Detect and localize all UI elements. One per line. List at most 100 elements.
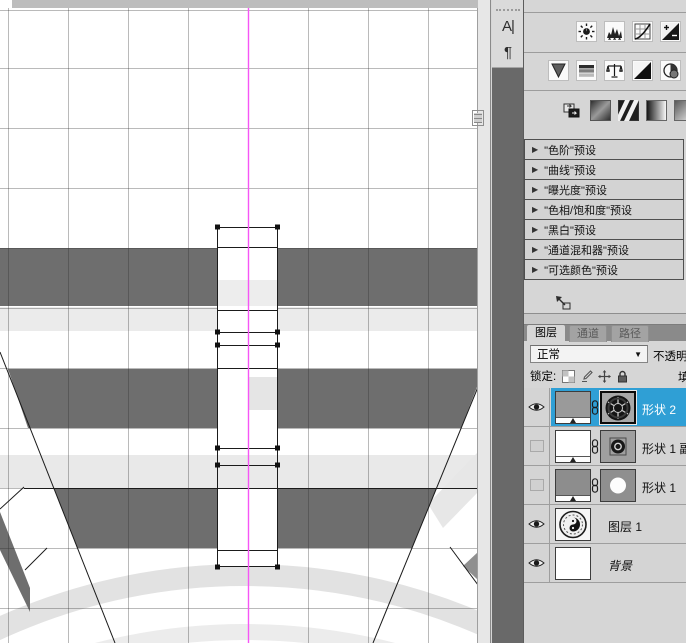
adjustments-and-layers-panel: ▶ "色阶"预设 ▶ "曲线"预设 ▶ "曝光度"预设 ▶ "色相/饱和度"预设 ▶ "黑… (524, 0, 686, 643)
scroll-grip[interactable] (472, 110, 484, 126)
gradient-map-icon[interactable] (590, 99, 611, 120)
layer-name: 形状 1 副本 (642, 440, 686, 457)
eye-icon (528, 518, 545, 530)
visibility-toggle[interactable] (524, 544, 550, 582)
adjustment-icons-row2 (548, 60, 681, 81)
expand-triangle-icon: ▶ (532, 145, 538, 154)
vector-mask-thumbnail[interactable] (600, 430, 636, 463)
preset-label: "曝光度"预设 (544, 182, 607, 198)
layer-list: 形状 2 形状 1 副本 形状 1 (524, 388, 686, 583)
preset-curves[interactable]: ▶ "曲线"预设 (524, 159, 684, 180)
window-gutter (478, 0, 491, 643)
lock-all-icon[interactable] (616, 370, 629, 383)
link-icon (591, 478, 599, 493)
divider (524, 52, 686, 53)
character-panel-icon[interactable]: A| (495, 16, 521, 38)
layer-thumbnail[interactable] (555, 391, 591, 424)
gradient-icon[interactable] (646, 99, 667, 120)
divider (524, 12, 686, 13)
visibility-toggle[interactable] (524, 466, 550, 504)
preset-label: "可选颜色"预设 (544, 262, 618, 278)
expand-triangle-icon: ▶ (532, 185, 538, 194)
preset-label: "曲线"预设 (544, 162, 596, 178)
canvas-artwork (0, 0, 478, 643)
opacity-label: 不透明度 (653, 348, 686, 364)
vector-mask-thumbnail[interactable] (600, 469, 636, 502)
tab-layers[interactable]: 图层 (527, 325, 565, 342)
expand-triangle-icon: ▶ (532, 165, 538, 174)
selective-color-icon[interactable] (618, 99, 639, 120)
hue-saturation-icon[interactable] (576, 60, 597, 81)
color-balance-icon[interactable] (604, 60, 625, 81)
preset-label: "色阶"预设 (544, 142, 596, 158)
fill-label: 填充 (678, 369, 686, 385)
vibrance-icon[interactable] (548, 60, 569, 81)
preset-list: ▶ "色阶"预设 ▶ "曲线"预设 ▶ "曝光度"预设 ▶ "色相/饱和度"预设 ▶ "黑… (524, 140, 686, 280)
panel-dock: A| ¶ (492, 0, 524, 643)
preset-label: "黑白"预设 (544, 222, 596, 238)
brightness-contrast-icon[interactable] (576, 21, 597, 42)
preset-channel-mixer[interactable]: ▶ "通道混和器"预设 (524, 239, 684, 260)
layer-name: 形状 1 (642, 479, 676, 496)
lock-label: 锁定: (530, 368, 556, 384)
adjustment-icons-row3 (562, 99, 686, 120)
layer-row-image1[interactable]: 图层 1 (524, 505, 686, 544)
vector-mask-thumbnail[interactable] (600, 391, 636, 424)
expand-triangle-icon: ▶ (532, 245, 538, 254)
lock-transparency-icon[interactable] (562, 370, 575, 383)
blend-mode-value: 正常 (531, 346, 634, 362)
layer-row-shape1-copy[interactable]: 形状 1 副本 (524, 427, 686, 466)
eye-icon (528, 401, 545, 413)
visibility-toggle[interactable] (524, 388, 550, 426)
channel-mixer-icon[interactable] (562, 99, 583, 120)
document-canvas[interactable] (0, 0, 478, 643)
layer-row-shape1[interactable]: 形状 1 (524, 466, 686, 505)
preset-selective-color[interactable]: ▶"可选颜色"预设 (524, 259, 684, 280)
tab-paths[interactable]: 路径 (611, 325, 649, 342)
exposure-icon[interactable] (660, 21, 681, 42)
preset-exposure[interactable]: ▶ "曝光度"预设 (524, 179, 684, 200)
preset-label: "通道混和器"预设 (544, 242, 629, 258)
layer-row-shape2[interactable]: 形状 2 (524, 388, 686, 427)
layer-name: 背景 (608, 557, 632, 574)
layer-thumbnail[interactable] (555, 430, 591, 463)
chevron-down-icon: ▼ (634, 350, 647, 359)
adjustment-icons-row1 (576, 21, 681, 42)
collapsed-panel-dock: A| ¶ (492, 0, 523, 68)
photo-filter-icon[interactable] (660, 60, 681, 81)
expand-triangle-icon: ▶ (532, 225, 538, 234)
curves-icon[interactable] (632, 21, 653, 42)
panel-header-strip (524, 314, 686, 324)
preset-label: "色相/饱和度"预设 (544, 202, 632, 218)
posterize-icon[interactable] (674, 99, 686, 120)
visibility-toggle[interactable] (524, 427, 550, 465)
expand-triangle-icon: ▶ (532, 205, 538, 214)
layer-row-background[interactable]: 背景 (524, 544, 686, 583)
eye-empty-well (530, 479, 544, 491)
layer-thumbnail[interactable] (555, 469, 591, 502)
layer-name: 图层 1 (608, 518, 642, 535)
eye-empty-well (530, 440, 544, 452)
return-to-adjustment-list-icon[interactable] (554, 294, 572, 310)
layer-name: 形状 2 (642, 401, 676, 418)
dock-drag-handle[interactable] (496, 9, 520, 11)
preset-levels[interactable]: ▶ "色阶"预设 (524, 139, 684, 160)
visibility-toggle[interactable] (524, 505, 550, 543)
preset-black-white[interactable]: ▶ "黑白"预设 (524, 219, 684, 240)
tab-channels[interactable]: 通道 (569, 325, 607, 342)
divider (524, 90, 686, 91)
eye-icon (528, 557, 545, 569)
black-white-icon[interactable] (632, 60, 653, 81)
link-icon (591, 439, 599, 454)
layer-thumbnail[interactable] (555, 547, 591, 580)
layers-panel-tabs: 图层 通道 路径 (524, 324, 686, 341)
lock-pixels-icon[interactable] (580, 370, 593, 383)
paragraph-panel-icon[interactable]: ¶ (495, 42, 521, 64)
blend-mode-select[interactable]: 正常 ▼ (530, 345, 648, 363)
lock-row: 锁定: (530, 369, 629, 383)
canvas-top-edge (12, 0, 478, 8)
preset-hue-saturation[interactable]: ▶ "色相/饱和度"预设 (524, 199, 684, 220)
layer-thumbnail[interactable] (555, 508, 591, 541)
lock-position-icon[interactable] (598, 370, 611, 383)
levels-icon[interactable] (604, 21, 625, 42)
